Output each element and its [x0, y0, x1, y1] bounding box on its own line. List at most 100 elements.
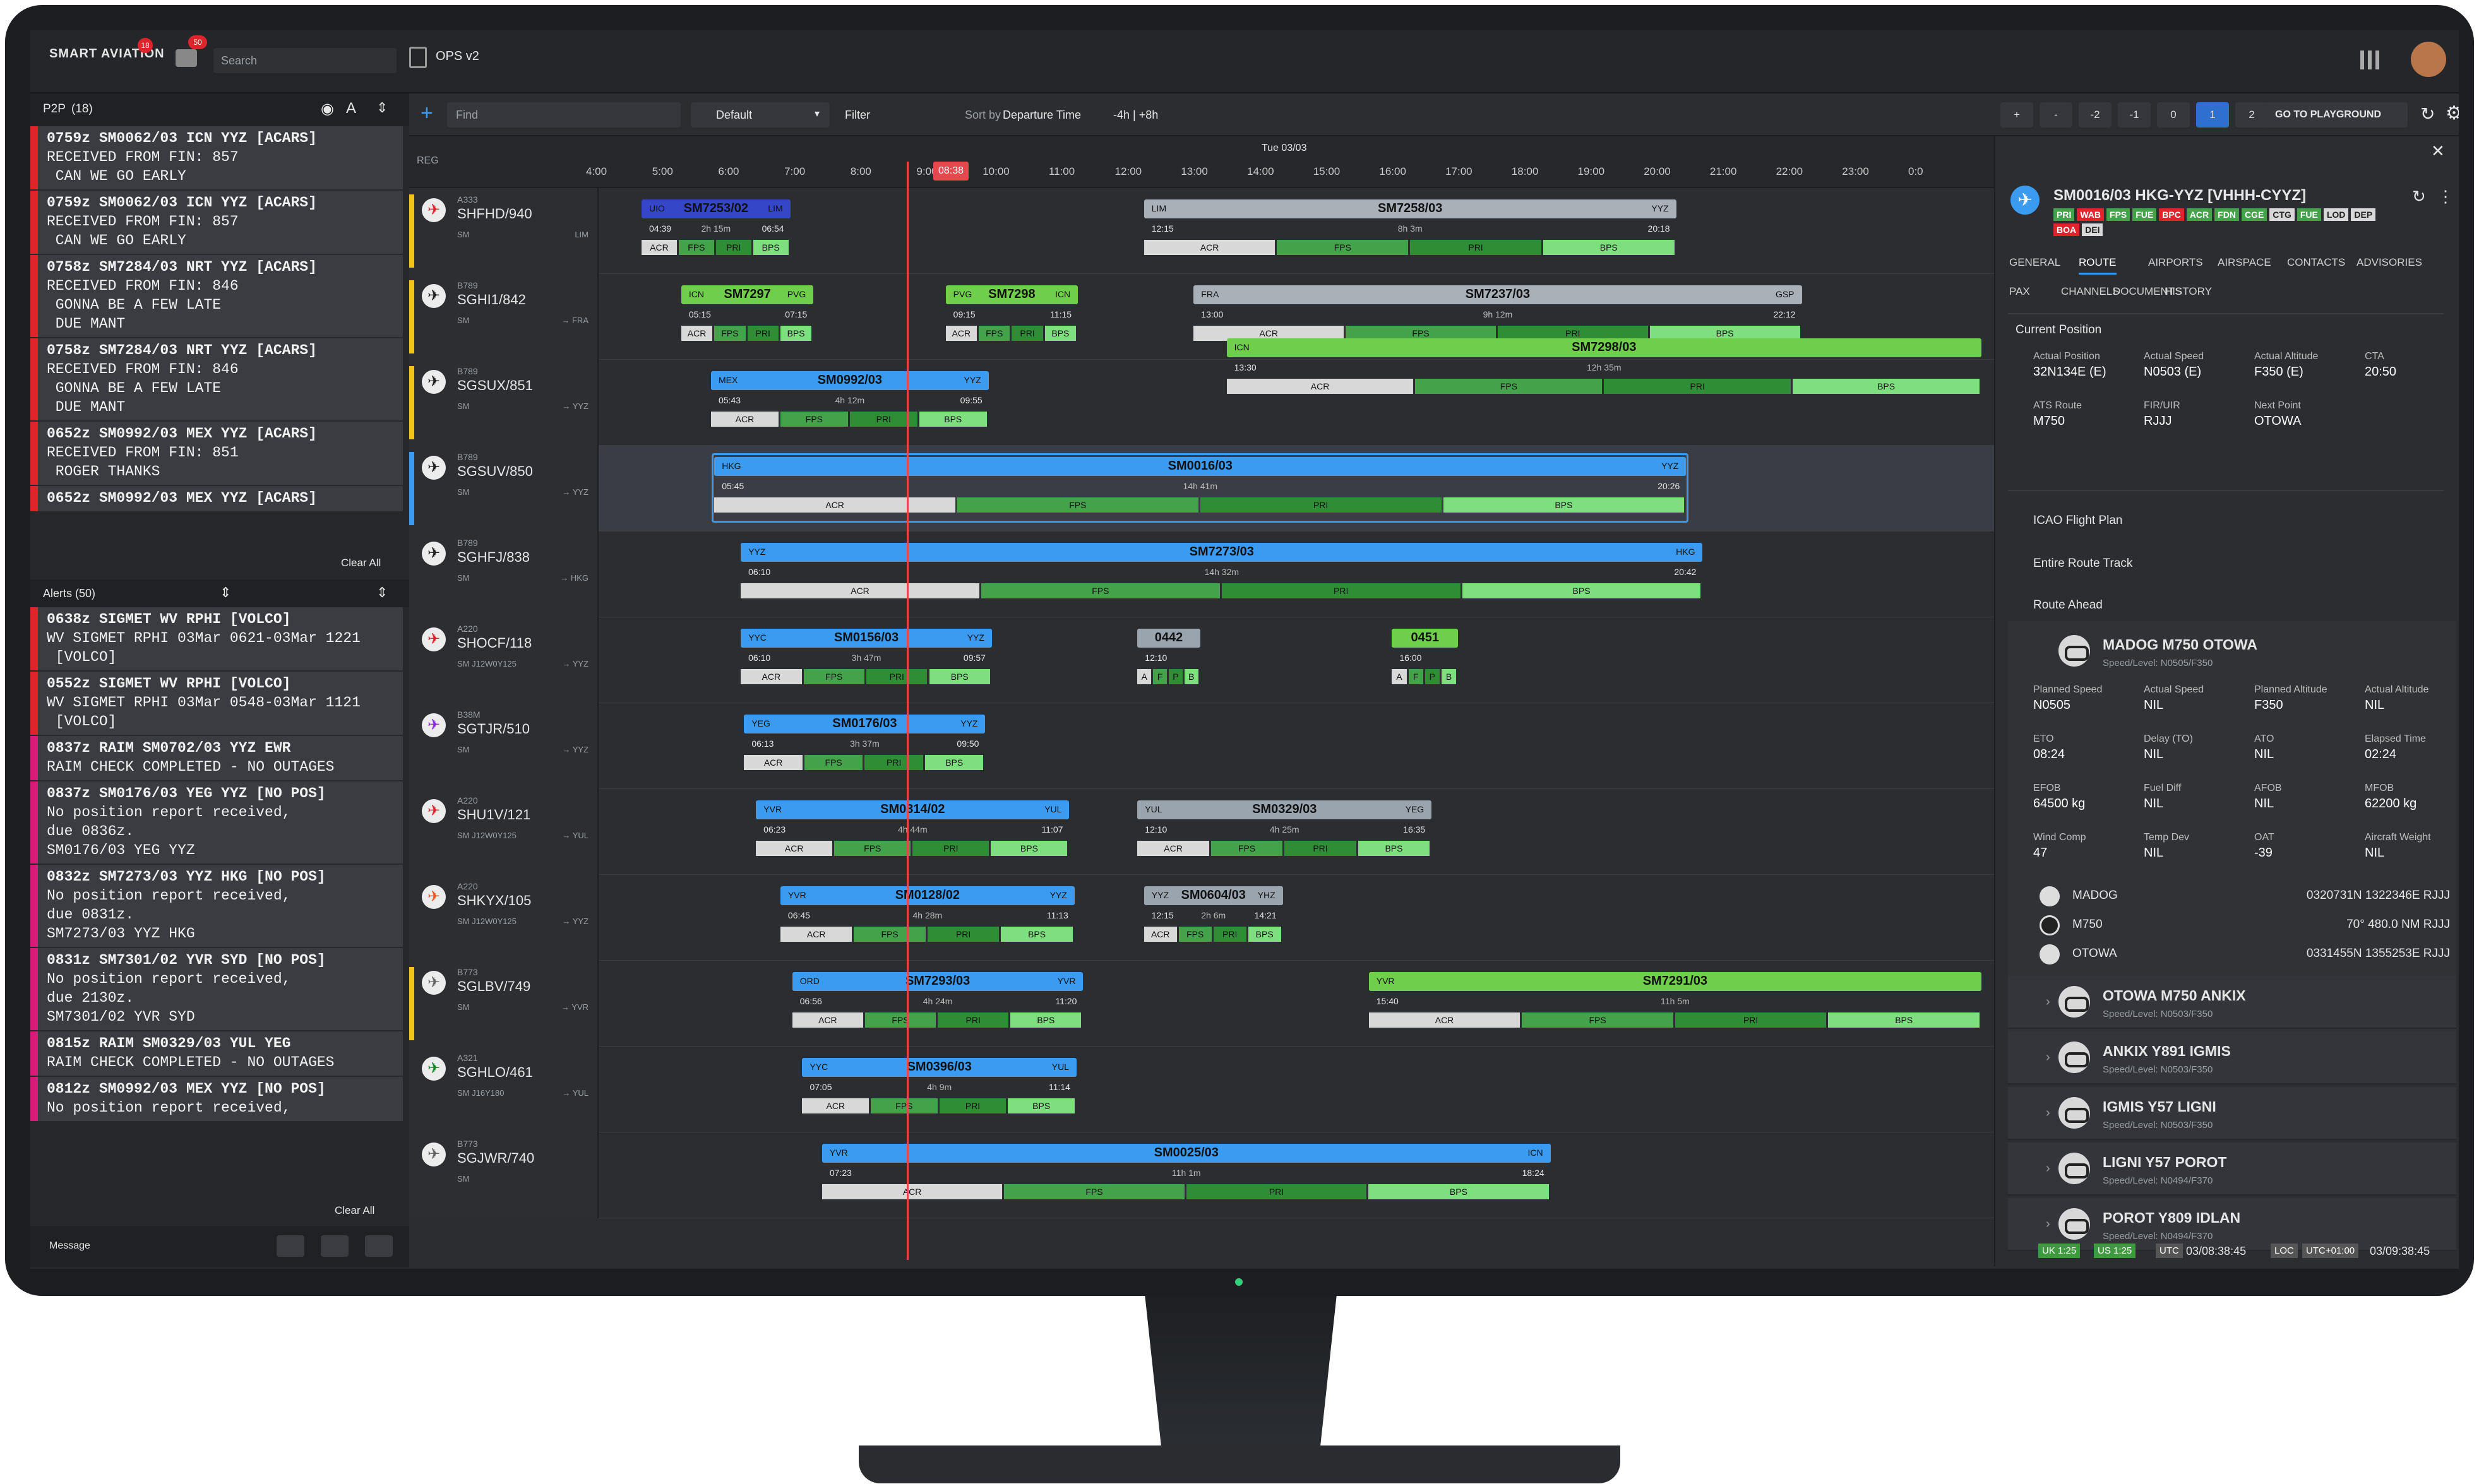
flight-status-segment[interactable]: PRI	[927, 927, 1000, 942]
flight-status-segment[interactable]: ACR	[756, 841, 833, 856]
flight-bar[interactable]: SM0025/03 YVR ICN	[821, 1144, 1551, 1163]
flight-status-segment[interactable]: BPS	[1248, 927, 1281, 942]
zoom-button[interactable]: 0	[2157, 102, 2190, 128]
flight-status-segment[interactable]: ACR	[741, 669, 802, 684]
detail-tab[interactable]: ROUTE	[2079, 256, 2117, 275]
flight-status-segment[interactable]: FPS	[1522, 1012, 1673, 1028]
flight-bar[interactable]: 0451	[1392, 629, 1459, 648]
flight-status-segment[interactable]: FPS	[1178, 927, 1212, 942]
flight-status-segment[interactable]: ACR	[741, 583, 979, 598]
refresh-icon[interactable]: ↻	[2420, 104, 2435, 124]
flight-status-segment[interactable]: FPS	[803, 669, 865, 684]
aircraft-row-header[interactable]: ✈ B789 SGSUV/850 SM → YYZ	[409, 446, 599, 531]
flight-status-segment[interactable]: BPS	[929, 669, 990, 684]
flight-status-segment[interactable]: BPS	[1368, 1184, 1549, 1199]
detail-tab[interactable]: GENERAL	[2009, 256, 2060, 269]
flight-status-segment[interactable]: FPS	[1415, 379, 1603, 394]
flight-status-segment[interactable]: BPS	[1008, 1098, 1075, 1113]
flight-status-segment[interactable]: ACR	[1226, 379, 1414, 394]
flight-status-segment[interactable]: BPS	[1358, 841, 1430, 856]
flight-status-segment[interactable]: BPS	[753, 240, 789, 255]
flight-status-segment[interactable]: F	[1153, 669, 1168, 684]
flight-status-segment[interactable]: BPS	[991, 841, 1068, 856]
workspace-title[interactable]: OPS v2	[436, 49, 479, 64]
route-ahead-section[interactable]: Route Ahead	[2033, 598, 2103, 612]
route-leg[interactable]: › OTOWA M750 ANKIX Speed/Level: N0503/F350	[2008, 976, 2456, 1029]
flight-status-segment[interactable]: PRI	[1012, 326, 1043, 341]
find-input[interactable]: Find	[447, 102, 681, 128]
sort-icon[interactable]: ⇕	[376, 100, 388, 116]
flight-status-segment[interactable]: BPS	[919, 412, 987, 427]
flight-status-segment[interactable]: PRI	[1221, 583, 1461, 598]
entire-route-section[interactable]: Entire Route Track	[2033, 557, 2132, 571]
detail-tab[interactable]: CHANNELS	[2061, 285, 2120, 298]
gear-icon[interactable]: ⚙	[2446, 102, 2459, 124]
zoom-button[interactable]: 1	[2196, 102, 2229, 128]
flight-bar[interactable]: SM7237/03 FRA GSP	[1193, 285, 1802, 304]
flight-status-segment[interactable]: PRI	[939, 1098, 1007, 1113]
flight-bar[interactable]: SM0128/02 YVR YYZ	[780, 886, 1075, 905]
route-leg[interactable]: › ANKIX Y891 IGMIS Speed/Level: N0503/F350	[2008, 1031, 2456, 1084]
flight-bar[interactable]: SM0396/03 YYC YUL	[802, 1058, 1077, 1077]
aircraft-row-header[interactable]: ✈ B773 SGJWR/740 SM	[409, 1132, 599, 1218]
flight-status-segment[interactable]: ACR	[1137, 841, 1209, 856]
flight-status-segment[interactable]: FPS	[678, 240, 714, 255]
detail-tab[interactable]: ADVISORIES	[2357, 256, 2422, 269]
flight-status-segment[interactable]: A	[1392, 669, 1407, 684]
flight-status-segment[interactable]: PRI	[1284, 841, 1356, 856]
aircraft-row-header[interactable]: ✈ A220 SHKYX/105 SM J12W0Y125 → YYZ	[409, 875, 599, 961]
current-position-section[interactable]: Current Position	[2016, 323, 2101, 337]
flight-status-segment[interactable]: FPS	[1004, 1184, 1185, 1199]
detail-tab[interactable]: CONTACTS	[2287, 256, 2345, 269]
flight-status-segment[interactable]: PRI	[715, 240, 751, 255]
flight-status-segment[interactable]: FPS	[714, 326, 746, 341]
flight-status-segment[interactable]: P	[1425, 669, 1440, 684]
flight-status-segment[interactable]: ACR	[681, 326, 713, 341]
flight-status-segment[interactable]: PRI	[747, 326, 779, 341]
flight-status-segment[interactable]: F	[1408, 669, 1423, 684]
aircraft-row-header[interactable]: ✈ A333 SHFHD/940 SM LIM	[409, 188, 599, 274]
aircraft-row-header[interactable]: ✈ B789 SGSUX/851 SM → YYZ	[409, 360, 599, 446]
flight-status-segment[interactable]: FPS	[1277, 240, 1409, 255]
flight-status-segment[interactable]: FPS	[780, 412, 848, 427]
flight-status-segment[interactable]: PRI	[938, 1012, 1009, 1028]
zoom-button[interactable]: +	[2000, 102, 2033, 128]
filter-button[interactable]: Filter	[845, 109, 870, 122]
flight-status-segment[interactable]: B	[1441, 669, 1457, 684]
flight-bar[interactable]: SM0176/03 YEG YYZ	[744, 715, 986, 733]
flight-status-segment[interactable]: PRI	[1675, 1012, 1827, 1028]
flight-status-segment[interactable]: ACR	[642, 240, 677, 255]
aircraft-row-header[interactable]: ✈ A220 SHU1V/121 SM J12W0Y125 → YUL	[409, 789, 599, 875]
flight-bar[interactable]: 0442	[1137, 629, 1200, 648]
flight-status-segment[interactable]: PRI	[1410, 240, 1541, 255]
flight-bar[interactable]: SM7258/03 LIM YYZ	[1144, 199, 1676, 218]
flight-status-segment[interactable]: PRI	[1213, 927, 1246, 942]
flight-bar[interactable]: SM0156/03 YYC YYZ	[741, 629, 992, 648]
flight-status-segment[interactable]: BPS	[1543, 240, 1675, 255]
chat-icon[interactable]	[176, 49, 197, 67]
flight-bar[interactable]: SM7293/03 ORD YVR	[792, 972, 1084, 991]
flight-status-segment[interactable]: PRI	[1604, 379, 1791, 394]
flight-status-segment[interactable]: PRI	[864, 755, 923, 770]
flight-status-segment[interactable]: BPS	[1793, 379, 1980, 394]
aircraft-row-header[interactable]: ✈ B773 SGLBV/749 SM → YVR	[409, 961, 599, 1047]
apps-grid-icon[interactable]	[2360, 50, 2379, 69]
preset-select[interactable]: Default ▾	[691, 102, 830, 128]
flight-status-segment[interactable]: ACR	[821, 1184, 1003, 1199]
more-icon[interactable]: ⋮	[2437, 187, 2454, 206]
close-icon[interactable]: ✕	[2431, 141, 2445, 161]
zoom-button[interactable]: -1	[2118, 102, 2151, 128]
flight-status-segment[interactable]: BPS	[1044, 326, 1077, 341]
detail-tab[interactable]: AIRSPACE	[2218, 256, 2271, 269]
icao-flight-plan-section[interactable]: ICAO Flight Plan	[2033, 514, 2123, 528]
flight-status-segment[interactable]: FPS	[864, 1012, 936, 1028]
flight-bar[interactable]: SM0992/03 MEX YYZ	[710, 371, 989, 390]
avatar[interactable]	[2411, 42, 2446, 77]
p2p-item[interactable]: 0759z SM0062/03 ICN YYZ [ACARS] RECEIVED …	[30, 126, 403, 191]
aircraft-row-header[interactable]: ✈ A321 SGHLO/461 SM J16Y180 → YUL	[409, 1047, 599, 1132]
flight-status-segment[interactable]: FPS	[979, 326, 1010, 341]
playground-button[interactable]: GO TO PLAYGROUND	[2262, 102, 2408, 128]
flight-status-segment[interactable]: FPS	[834, 841, 911, 856]
aircraft-row-header[interactable]: ✈ B789 SGHFJ/838 SM → HKG	[409, 531, 599, 617]
flight-status-segment[interactable]: FPS	[1210, 841, 1283, 856]
